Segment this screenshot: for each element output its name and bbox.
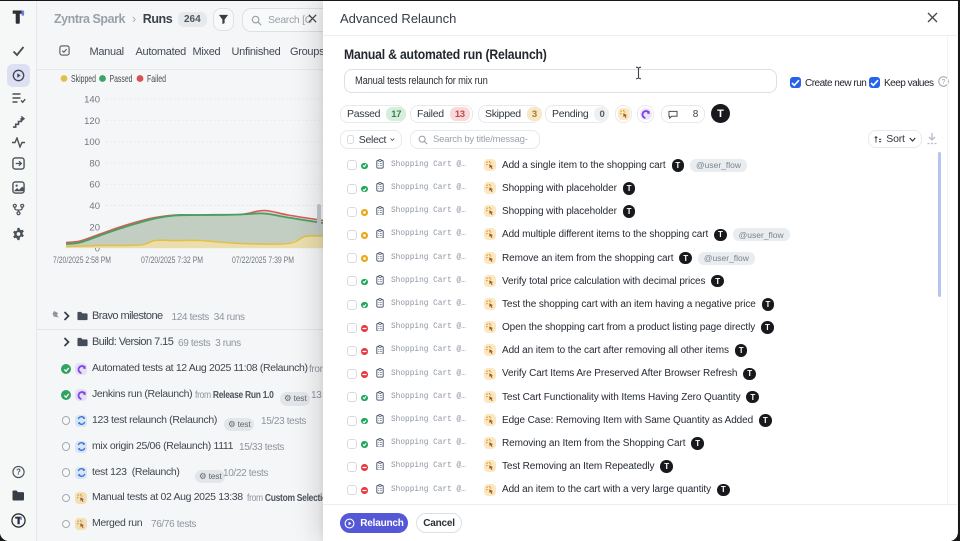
svg-text:?: ?	[942, 79, 946, 86]
